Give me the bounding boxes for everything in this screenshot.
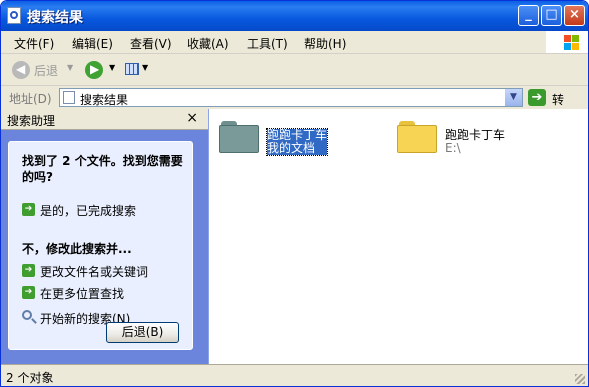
- search-pane-header: 搜索助理 ×: [1, 109, 208, 130]
- green-arrow-icon: ➔: [22, 286, 35, 299]
- menu-edit[interactable]: 编辑(E): [72, 35, 113, 52]
- resize-grip-icon[interactable]: [575, 374, 585, 384]
- menu-view[interactable]: 查看(V): [130, 35, 172, 52]
- minimize-button[interactable]: _: [518, 5, 539, 26]
- green-arrow-icon: ➔: [22, 203, 35, 216]
- views-icon[interactable]: [125, 63, 139, 75]
- folder-icon: [219, 121, 259, 153]
- address-label: 地址(D): [9, 92, 52, 106]
- menu-bar: 文件(F) 编辑(E) 查看(V) 收藏(A) 工具(T) 帮助(H): [1, 31, 588, 54]
- views-dropdown-icon[interactable]: ▼: [142, 63, 148, 72]
- search-companion-pane: 搜索助理 × 找到了 2 个文件。找到您需要的吗? ➔ 是的，已完成搜索 不，修…: [1, 109, 209, 364]
- menu-help[interactable]: 帮助(H): [304, 35, 346, 52]
- found-message: 找到了 2 个文件。找到您需要的吗?: [22, 154, 183, 184]
- address-bar: 地址(D) 搜索结果 ▼ ➔ 转到: [1, 86, 588, 124]
- go-arrow-icon: ➔: [528, 89, 546, 106]
- title-bar[interactable]: 搜索结果 _ □ ×: [1, 1, 588, 31]
- menu-tools[interactable]: 工具(T): [247, 35, 288, 52]
- search-results-icon: [7, 7, 21, 24]
- yes-done-label: 是的，已完成搜索: [40, 204, 137, 218]
- refine-heading: 不，修改此搜索并...: [22, 242, 132, 256]
- windows-logo-icon: [546, 31, 588, 53]
- results-view: 跑跑卡丁车 我的文档 跑跑卡丁车 E:\: [209, 109, 588, 364]
- explorer-window: 搜索结果 _ □ × 文件(F) 编辑(E) 查看(V) 收藏(A) 工具(T)…: [0, 0, 589, 387]
- maximize-button[interactable]: □: [541, 5, 562, 26]
- toolbar: ◀ 后退 ▼ ▶ ▼ ▼: [1, 54, 588, 86]
- search-results-small-icon: [63, 91, 75, 104]
- close-pane-icon[interactable]: ×: [186, 110, 198, 126]
- address-field[interactable]: 搜索结果 ▼: [59, 88, 523, 107]
- status-bar: 2 个对象: [1, 364, 588, 386]
- back-arrow-icon[interactable]: ◀: [12, 61, 30, 79]
- pane-back-button[interactable]: 后退(B): [106, 322, 179, 343]
- status-text: 2 个对象: [6, 371, 54, 385]
- green-arrow-icon: ➔: [22, 264, 35, 277]
- close-button[interactable]: ×: [564, 5, 585, 26]
- change-name-label: 更改文件名或关键词: [40, 265, 149, 279]
- address-dropdown-icon[interactable]: ▼: [505, 89, 522, 106]
- address-value: 搜索结果: [80, 93, 129, 107]
- result-text: 跑跑卡丁车 我的文档: [265, 128, 329, 156]
- menu-file[interactable]: 文件(F): [14, 35, 54, 52]
- result-text: 跑跑卡丁车 E:\: [445, 129, 505, 155]
- search-pane-title: 搜索助理: [7, 114, 56, 128]
- menu-favorites[interactable]: 收藏(A): [187, 35, 229, 52]
- window-title: 搜索结果: [27, 10, 83, 26]
- forward-arrow-icon[interactable]: ▶: [85, 61, 103, 79]
- folder-icon: [397, 121, 437, 153]
- search-companion-panel: 找到了 2 个文件。找到您需要的吗? ➔ 是的，已完成搜索 不，修改此搜索并..…: [8, 141, 193, 350]
- result-location: E:\: [445, 141, 461, 155]
- result-location: 我的文档: [267, 141, 316, 155]
- more-places-label: 在更多位置查找: [40, 287, 125, 301]
- back-dropdown-icon[interactable]: ▼: [67, 63, 73, 72]
- back-button-label[interactable]: 后退: [34, 62, 58, 79]
- forward-dropdown-icon[interactable]: ▼: [109, 63, 115, 72]
- magnifier-icon: [22, 310, 32, 320]
